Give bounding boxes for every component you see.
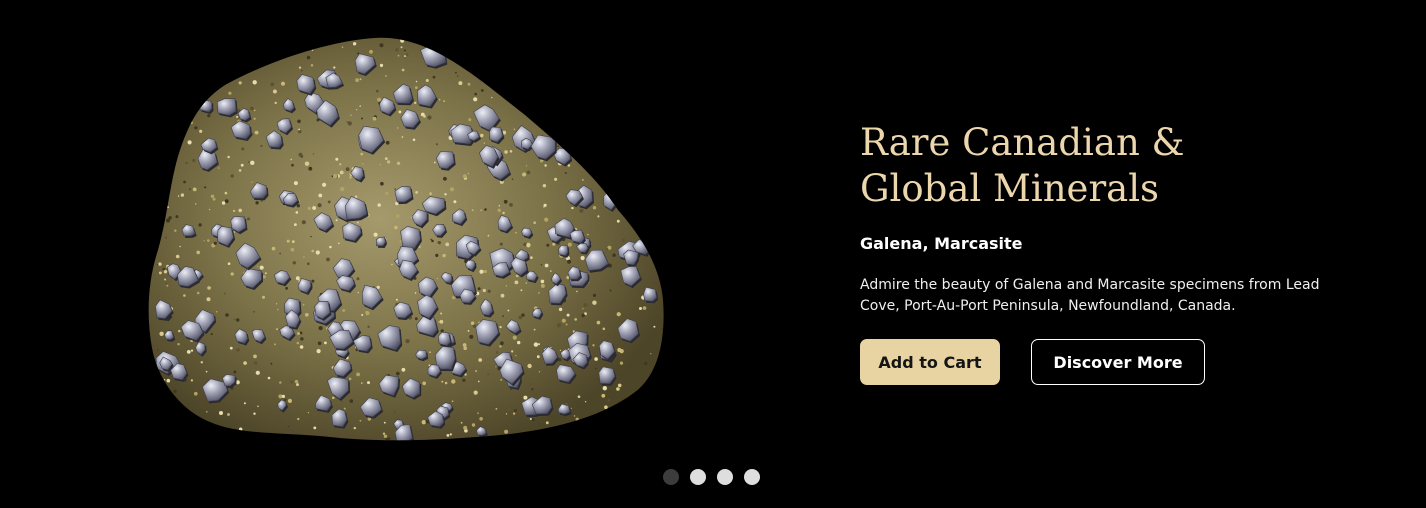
carousel-dot-4[interactable]: [744, 469, 760, 485]
add-to-cart-button[interactable]: Add to Cart: [860, 339, 1000, 385]
carousel-dot-3[interactable]: [717, 469, 733, 485]
hero-title: Rare Canadian & Global Minerals: [860, 121, 1185, 210]
discover-more-button[interactable]: Discover More: [1031, 339, 1205, 385]
carousel-dot-1[interactable]: [663, 469, 679, 485]
carousel-dots: [663, 469, 760, 485]
carousel-dot-2[interactable]: [690, 469, 706, 485]
hero-description: Admire the beauty of Galena and Marcasit…: [860, 277, 1320, 314]
mineral-specimen-image: [140, 30, 680, 460]
hero-subtitle: Galena, Marcasite: [860, 234, 1023, 253]
hero-slide: Rare Canadian & Global Minerals Galena, …: [0, 0, 1426, 508]
